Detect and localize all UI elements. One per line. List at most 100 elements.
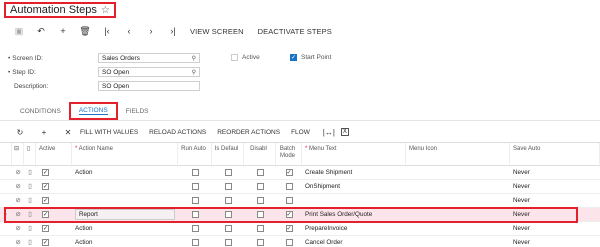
save-auto-cell[interactable]: Never: [510, 225, 600, 232]
deactivate-steps-button[interactable]: DEACTIVATE STEPS: [258, 27, 332, 36]
attachment-icon[interactable]: ⊘: [12, 197, 24, 204]
flow-button[interactable]: FLOW: [291, 129, 310, 136]
action-name-editor[interactable]: Report: [75, 209, 175, 220]
col-menu-text[interactable]: * Menu Text: [302, 143, 406, 167]
reload-actions-button[interactable]: RELOAD ACTIONS: [149, 129, 206, 136]
note-icon[interactable]: ▯: [24, 239, 36, 246]
run-auto-checkbox[interactable]: [191, 239, 199, 246]
is-default-checkbox[interactable]: [224, 169, 232, 176]
run-auto-checkbox[interactable]: [191, 211, 199, 218]
note-icon[interactable]: ▯: [24, 183, 36, 190]
active-checkbox[interactable]: ✓: [42, 183, 49, 190]
tab-fields[interactable]: FIELDS: [118, 103, 157, 119]
active-checkbox[interactable]: [231, 54, 238, 61]
search-icon[interactable]: ⚲: [192, 69, 196, 76]
attachment-icon[interactable]: ⊘: [12, 169, 24, 176]
search-icon[interactable]: ⚲: [192, 55, 196, 62]
col-active[interactable]: Active: [36, 143, 72, 167]
active-checkbox[interactable]: ✓: [42, 225, 49, 232]
table-row[interactable]: ⊘ ▯ ✓ Action ✓ Create Shipment Never: [0, 166, 600, 180]
col-menu-icon[interactable]: Menu Icon: [406, 143, 510, 167]
previous-record-icon[interactable]: ‹: [118, 24, 140, 38]
description-input[interactable]: SO Open: [98, 81, 200, 91]
disable-checkbox[interactable]: [256, 197, 264, 204]
tab-conditions[interactable]: CONDITIONS: [12, 103, 69, 119]
fill-with-values-button[interactable]: FILL WITH VALUES: [80, 129, 138, 136]
disable-checkbox[interactable]: [256, 225, 264, 232]
menu-text-cell[interactable]: Print Sales Order/Quote: [302, 211, 406, 218]
delete-icon[interactable]: 🗑: [74, 24, 96, 38]
run-auto-checkbox[interactable]: [191, 183, 199, 190]
action-name-cell[interactable]: Action: [75, 239, 93, 246]
attachment-icon[interactable]: ⊘: [12, 211, 24, 218]
add-icon[interactable]: +: [52, 24, 74, 38]
save-auto-cell[interactable]: Never: [510, 197, 600, 204]
run-auto-checkbox[interactable]: [191, 169, 199, 176]
note-icon[interactable]: ▯: [24, 211, 36, 218]
tab-actions[interactable]: ACTIONS: [68, 102, 118, 120]
col-save-auto[interactable]: Save Auto: [510, 143, 600, 167]
run-auto-checkbox[interactable]: [191, 225, 199, 232]
note-icon[interactable]: ▯: [24, 197, 36, 204]
attachment-icon[interactable]: ⊘: [12, 183, 24, 190]
is-default-checkbox[interactable]: [224, 225, 232, 232]
batch-mode-checkbox[interactable]: [285, 183, 293, 190]
col-action-name[interactable]: * Action Name: [72, 143, 178, 167]
next-record-icon[interactable]: ›: [140, 24, 162, 38]
is-default-checkbox[interactable]: [224, 239, 232, 246]
last-record-icon[interactable]: ›|: [162, 24, 184, 38]
batch-mode-checkbox[interactable]: ✓: [285, 211, 293, 218]
action-name-cell[interactable]: Action: [75, 225, 93, 232]
batch-mode-checkbox[interactable]: [285, 197, 293, 204]
table-row[interactable]: ⊘ ▯ ✓ Action ✓ PrepareInvoice Never: [0, 222, 600, 236]
active-checkbox[interactable]: ✓: [42, 239, 49, 246]
table-row[interactable]: ⊘ ▯ ✓ Never: [0, 194, 600, 208]
save-auto-cell[interactable]: Never: [510, 211, 600, 218]
screen-id-input[interactable]: Sales Orders ⚲: [98, 53, 200, 63]
delete-row-icon[interactable]: ✕: [56, 128, 80, 137]
save-icon[interactable]: ▣: [8, 24, 30, 38]
note-icon[interactable]: ▯: [24, 225, 36, 232]
attachment-icon[interactable]: ⊘: [12, 239, 24, 246]
action-name-cell[interactable]: Action: [75, 169, 93, 176]
is-default-checkbox[interactable]: [224, 183, 232, 190]
col-batch-mode[interactable]: Batch Mode: [276, 143, 302, 167]
menu-text-cell[interactable]: Cancel Order: [302, 239, 406, 246]
menu-text-cell[interactable]: PrepareInvoice: [302, 225, 406, 232]
col-disable[interactable]: Disabl: [244, 143, 276, 167]
is-default-checkbox[interactable]: [224, 211, 232, 218]
export-excel-icon[interactable]: X: [340, 128, 349, 136]
menu-text-cell[interactable]: OnShipment: [302, 183, 406, 190]
undo-icon[interactable]: ↶: [30, 24, 52, 38]
batch-mode-checkbox[interactable]: [285, 239, 293, 246]
save-auto-cell[interactable]: Never: [510, 239, 600, 246]
save-auto-cell[interactable]: Never: [510, 169, 600, 176]
start-point-checkbox[interactable]: ✓: [290, 54, 297, 61]
disable-checkbox[interactable]: [256, 239, 264, 246]
batch-mode-checkbox[interactable]: ✓: [285, 225, 293, 232]
favorite-star-icon[interactable]: ☆: [101, 5, 110, 16]
disable-checkbox[interactable]: [256, 211, 264, 218]
table-row[interactable]: ⊘ ▯ ✓ Action Cancel Order Never: [0, 236, 600, 247]
table-row[interactable]: ⊘ ▯ ✓ OnShipment Never: [0, 180, 600, 194]
view-screen-button[interactable]: VIEW SCREEN: [190, 27, 244, 36]
save-auto-cell[interactable]: Never: [510, 183, 600, 190]
active-checkbox[interactable]: ✓: [42, 169, 49, 176]
run-auto-checkbox[interactable]: [191, 197, 199, 204]
attachment-icon[interactable]: ⊘: [12, 225, 24, 232]
add-row-icon[interactable]: +: [32, 128, 56, 137]
fit-columns-icon[interactable]: |↔|: [321, 128, 337, 137]
table-row[interactable]: › ⊘ ▯ ✓ Report ✓ Print Sales Order/Quote…: [0, 208, 600, 222]
col-is-default[interactable]: Is Defaul: [212, 143, 244, 167]
batch-mode-checkbox[interactable]: ✓: [285, 169, 293, 176]
active-checkbox[interactable]: ✓: [42, 211, 49, 218]
refresh-icon[interactable]: ↻: [8, 128, 32, 137]
row-selector[interactable]: ›: [0, 211, 12, 218]
first-record-icon[interactable]: |‹: [96, 24, 118, 38]
step-id-input[interactable]: SO Open ⚲: [98, 67, 200, 77]
col-run-auto[interactable]: Run Auto: [178, 143, 212, 167]
reorder-actions-button[interactable]: REORDER ACTIONS: [217, 129, 280, 136]
disable-checkbox[interactable]: [256, 169, 264, 176]
is-default-checkbox[interactable]: [224, 197, 232, 204]
note-icon[interactable]: ▯: [24, 169, 36, 176]
